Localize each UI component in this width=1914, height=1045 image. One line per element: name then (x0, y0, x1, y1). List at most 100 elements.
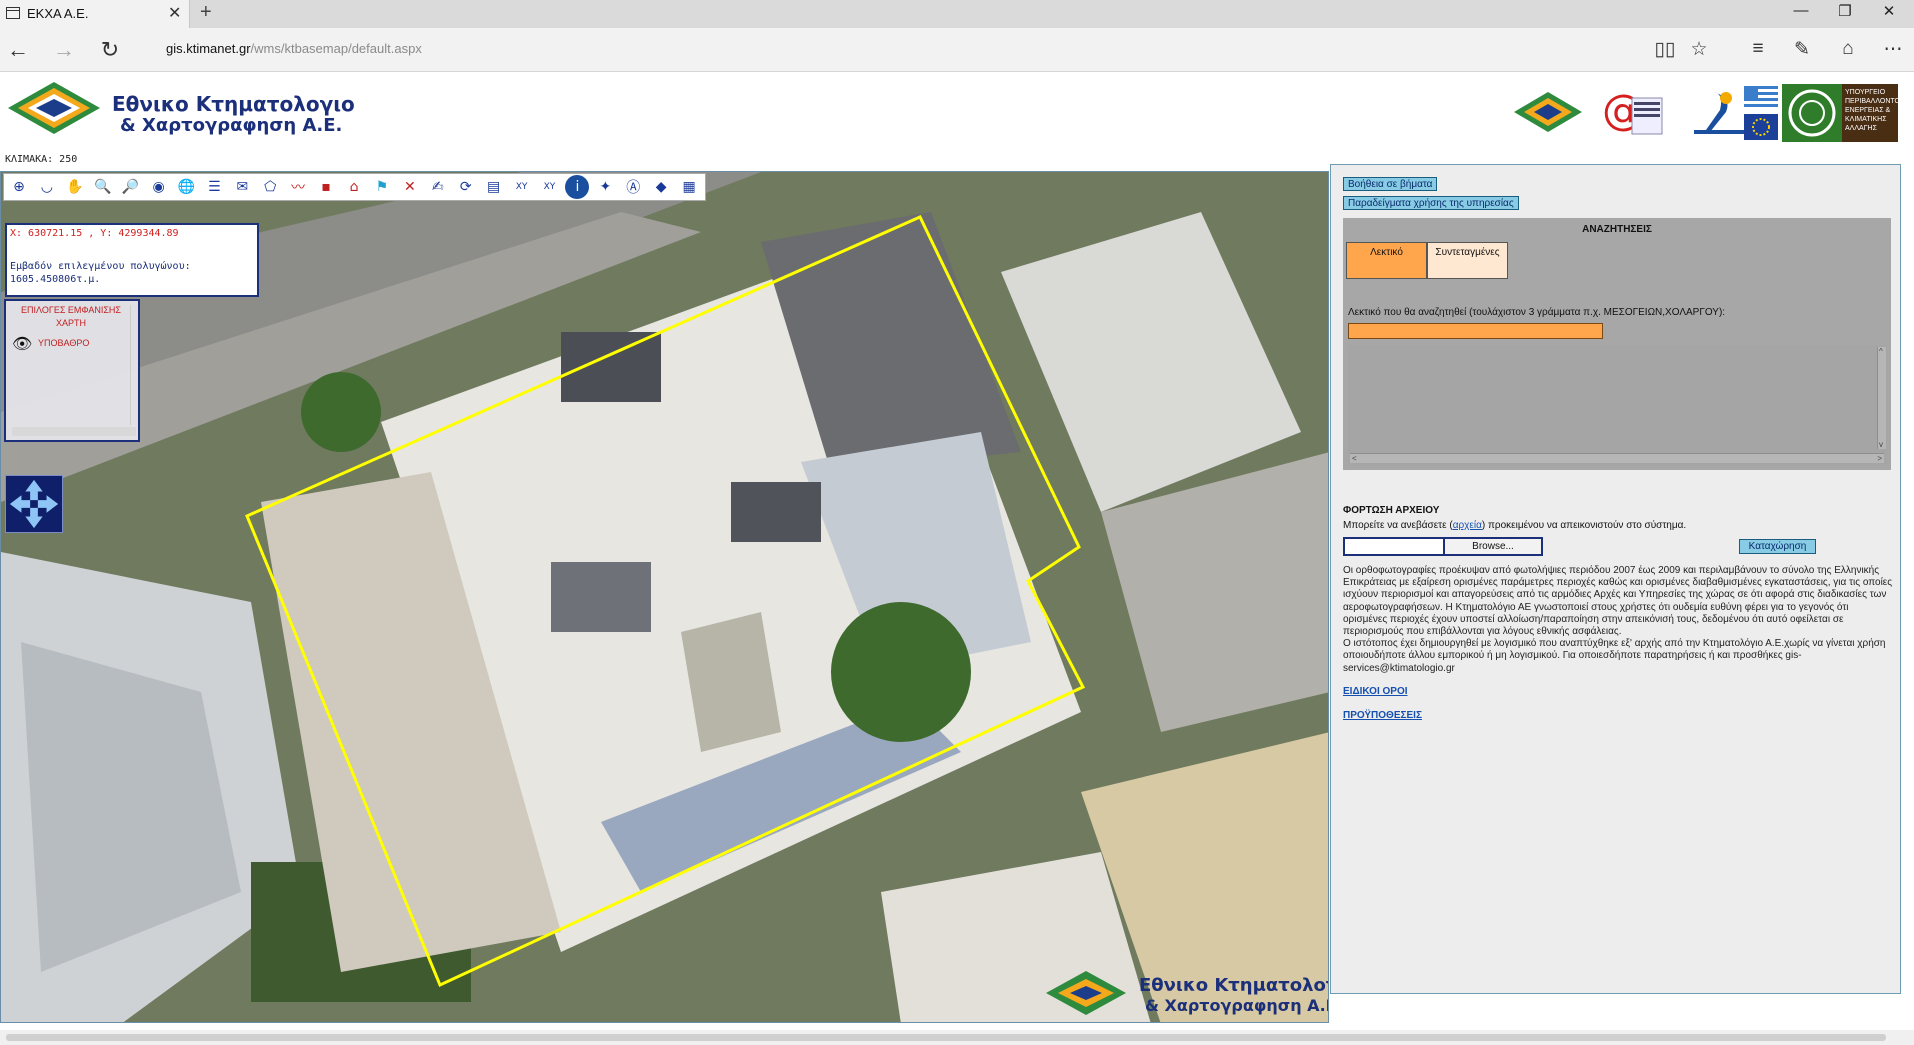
polygon-area-label: Εμβαδόν επιλεγμένου πολυγώνου: (10, 261, 191, 272)
cursor-coordinates: X: 630721.15 , Y: 4299344.89 (10, 228, 179, 239)
files-link[interactable]: αρχεία (1453, 520, 1482, 531)
browse-button[interactable]: Browse... (1443, 537, 1543, 556)
close-tab-icon[interactable]: ✕ (168, 3, 181, 23)
page-icon (6, 7, 20, 19)
upload-description: Μπορείτε να ανεβάσετε (αρχεία) προκειμέν… (1343, 520, 1687, 531)
side-panel: Βοήθεια σε βήματα Παραδείγματα χρήσης τη… (1330, 164, 1901, 994)
restore-icon[interactable]: ❐ (1830, 2, 1860, 20)
scroll-down-icon[interactable]: v (1879, 440, 1883, 449)
print-icon[interactable]: ▦ (677, 175, 701, 199)
web-note-icon[interactable]: ✎ (1787, 38, 1817, 61)
browser-tab-bar: ΕΚΧΑ Α.Ε. ✕ + — ❐ ✕ (0, 0, 1914, 28)
forward-icon[interactable]: → (48, 37, 80, 63)
prerequisites-link[interactable]: ΠΡΟΫΠΟΘΕΣΕΙΣ (1343, 710, 1422, 721)
scale-label: ΚΛΙΜΑΚΑ: 250 (5, 154, 78, 165)
pan-hand-icon[interactable]: ✋ (63, 175, 87, 199)
page-horizontal-scrollbar-track (0, 1030, 1914, 1045)
hub-icon[interactable]: ≡ (1743, 38, 1773, 60)
help-steps-button[interactable]: Βοήθεια σε βήματα (1343, 177, 1438, 191)
select-icon[interactable]: ✍ (426, 175, 450, 199)
layer-item-basemap[interactable]: ΥΠΟΒΑΘΡΟ (38, 338, 89, 348)
scroll-right-icon[interactable]: > (1877, 454, 1882, 463)
ministry-emblem-icon (1782, 84, 1842, 142)
info-icon[interactable]: i (565, 175, 590, 199)
compass-icon[interactable]: ✦ (593, 175, 617, 199)
page-header: Εθνικο Κτηματολογιο & Χαρτογραφηση Α.Ε. … (0, 72, 1914, 165)
layer-horizontal-scrollbar[interactable] (12, 427, 136, 436)
layer-vertical-scrollbar[interactable] (130, 305, 138, 425)
map-watermark-logo: Εθνικο Κτηματολογιο & Χαρτογραφηση Α.Ε. (1046, 971, 1329, 1015)
egov-at-logo-icon: @ (1602, 85, 1663, 135)
layer-options-panel: ΕΠΙΛΟΓΕΣ ΕΜΦΑΝΙΣΗΣ ΧΑΡΤΗ 👁 ΥΠΟΒΑΘΡΟ (4, 299, 140, 442)
special-terms-link[interactable]: ΕΙΔΙΚΟΙ ΟΡΟΙ (1343, 686, 1408, 697)
measure-icon[interactable]: ⚑ (370, 175, 394, 199)
reading-view-icon[interactable]: ▯▯ (1650, 38, 1680, 61)
url-text: gis.ktimanet.gr/wms/ktbasemap/default.as… (166, 41, 422, 56)
point-draw-icon[interactable]: ▪ (314, 175, 338, 199)
clear-polygon-icon[interactable]: ⌂ (342, 175, 366, 199)
globe-icon[interactable]: 🌐 (175, 175, 199, 199)
layer-options-title: ΕΠΙΛΟΓΕΣ ΕΜΦΑΝΙΣΗΣ ΧΑΡΤΗ (21, 305, 121, 328)
url-host: gis.ktimanet.gr (166, 41, 251, 56)
url-path: /wms/ktbasemap/default.aspx (250, 41, 422, 56)
search-label: Λεκτικό που θα αναζητηθεί (τουλάχιστον 3… (1348, 307, 1726, 318)
zoom-out-arc-icon[interactable]: ◡ (35, 175, 59, 199)
url-field[interactable]: gis.ktimanet.gr/wms/ktbasemap/default.as… (150, 34, 1600, 64)
results-vertical-scrollbar[interactable]: ^ v (1877, 347, 1886, 449)
layers-icon[interactable]: ☰ (202, 175, 226, 199)
minimize-icon[interactable]: — (1786, 2, 1816, 19)
ministry-name-badge: ΥΠΟΥΡΓΕΙΟ ΠΕΡΙΒΑΛΛΟΝΤΟΣ ΕΝΕΡΓΕΙΑΣ & ΚΛΙΜ… (1842, 84, 1898, 142)
coordinate-readout: X: 630721.15 , Y: 4299344.89 Εμβαδόν επι… (5, 223, 259, 297)
submit-button[interactable]: Καταχώρηση (1739, 539, 1816, 554)
address-bar: ← → ↻ gis.ktimanet.gr/wms/ktbasemap/defa… (0, 28, 1914, 72)
more-icon[interactable]: ⋯ (1878, 38, 1908, 61)
share-icon[interactable]: ⌂ (1833, 38, 1863, 60)
zoom-extent-icon[interactable]: ◉ (147, 175, 171, 199)
text-tool-icon[interactable]: Ⓐ (621, 175, 645, 199)
watermark-line2: & Χαρτογραφηση Α.Ε. (1145, 996, 1329, 1015)
digital-greece-logo-icon (1694, 92, 1744, 134)
map-viewport[interactable]: ⊕ ◡ ✋ 🔍 🔎 ◉ 🌐 ☰ ✉ ⬠ 〰 ▪ ⌂ ⚑ ✕ ✍ ⟳ ▤ XY X… (0, 171, 1329, 1023)
results-horizontal-scrollbar[interactable]: < > (1350, 453, 1884, 463)
back-icon[interactable]: ← (2, 37, 34, 63)
zoom-out-icon[interactable]: 🔎 (119, 175, 143, 199)
eye-icon[interactable]: 👁 (12, 334, 32, 354)
refresh-map-icon[interactable]: ⟳ (454, 175, 478, 199)
close-window-icon[interactable]: ✕ (1874, 2, 1904, 20)
pan-arrows-icon[interactable] (5, 475, 63, 533)
tab-text-search[interactable]: Λεκτικό (1346, 242, 1427, 279)
zoom-in-plus-icon[interactable]: ⊕ (7, 175, 31, 199)
eu-greek-flags-icon (1744, 86, 1778, 140)
favorite-star-icon[interactable]: ☆ (1684, 38, 1714, 61)
scroll-up-icon[interactable]: ^ (1879, 347, 1883, 356)
upload-title: ΦΟΡΤΩΣΗ ΑΡΧΕΙΟΥ (1343, 505, 1440, 516)
xy-table-icon[interactable]: XY (510, 175, 534, 199)
ktimatologio-logo-icon (8, 82, 100, 134)
watermark-line1: Εθνικο Κτηματολογιο (1139, 975, 1329, 996)
stamp-icon[interactable]: ◆ (649, 175, 673, 199)
new-tab-icon[interactable]: + (200, 1, 212, 24)
polygon-draw-icon[interactable]: ⬠ (258, 175, 282, 199)
refresh-icon[interactable]: ↻ (94, 37, 126, 63)
map-toolbar: ⊕ ◡ ✋ 🔍 🔎 ◉ 🌐 ☰ ✉ ⬠ 〰 ▪ ⌂ ⚑ ✕ ✍ ⟳ ▤ XY X… (3, 173, 706, 201)
disclaimer-paragraph-2: Ο ιστότοπος έχει δημιουργηθεί με λογισμι… (1343, 638, 1886, 674)
logo-title-line1: Εθνικο Κτηματολογιο (112, 92, 355, 116)
document-icon[interactable]: ▤ (482, 175, 506, 199)
polyline-draw-icon[interactable]: 〰 (286, 175, 310, 199)
tab-title: ΕΚΧΑ Α.Ε. (27, 6, 89, 21)
page-horizontal-scrollbar[interactable] (6, 1034, 1886, 1041)
xy-goto-icon[interactable]: XY (538, 175, 562, 199)
polygon-area-value: 1605.450806τ.μ. (10, 274, 101, 285)
aerial-imagery[interactable] (1, 172, 1329, 1023)
zoom-in-icon[interactable]: 🔍 (91, 175, 115, 199)
disclaimer-text: Οι ορθοφωτογραφίες προέκυψαν από φωτολήψ… (1343, 565, 1893, 675)
examples-button[interactable]: Παραδείγματα χρήσης της υπηρεσίας (1343, 196, 1519, 210)
logo-title-line2: & Χαρτογραφηση Α.Ε. (120, 115, 343, 136)
tab-coordinates[interactable]: Συντεταγμένες (1427, 242, 1508, 279)
scroll-left-icon[interactable]: < (1352, 454, 1357, 463)
envelope-icon[interactable]: ✉ (230, 175, 254, 199)
delete-icon[interactable]: ✕ (398, 175, 422, 199)
browser-tab[interactable]: ΕΚΧΑ Α.Ε. ✕ (0, 0, 190, 28)
search-input[interactable] (1348, 323, 1603, 339)
ktimatologio-small-logo-icon (1514, 92, 1582, 132)
